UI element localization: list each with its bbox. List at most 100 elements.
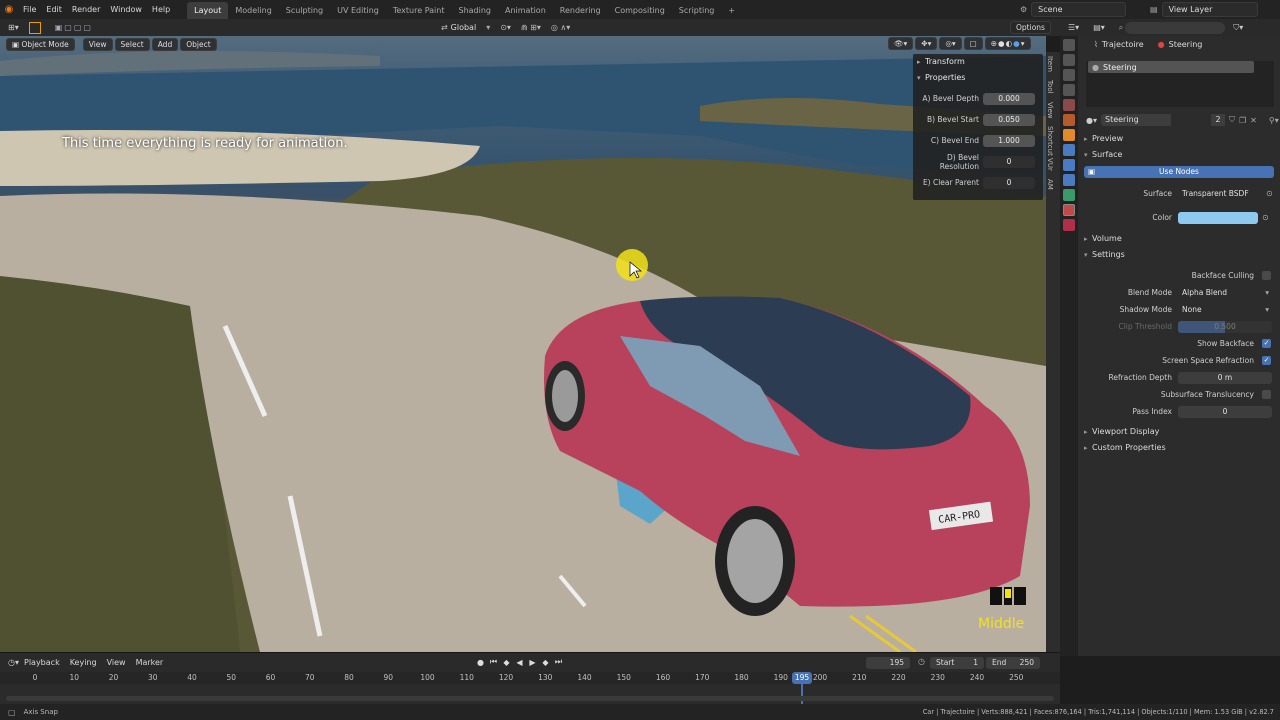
show-backface-checkbox[interactable]: ✓ [1262, 339, 1271, 348]
tab-uv-editing[interactable]: UV Editing [330, 2, 386, 19]
clip-threshold-field[interactable]: 0.500 [1178, 320, 1272, 333]
xray-icon[interactable]: ▢ [963, 37, 983, 50]
tab-sculpting[interactable]: Sculpting [279, 2, 330, 19]
play-reverse-icon[interactable]: ◀ [513, 658, 526, 667]
menu-marker[interactable]: Marker [131, 653, 169, 672]
tab-texture-paint[interactable]: Texture Paint [386, 2, 452, 19]
end-frame-field[interactable]: End 250 [986, 657, 1040, 669]
material-slot-list[interactable]: ● Steering [1086, 61, 1274, 107]
display-mode-icon[interactable]: ▤▾ [1093, 23, 1105, 32]
bevel-start-field[interactable]: 0.050 [983, 113, 1035, 126]
3d-viewport[interactable]: CAR-PRO This time everything is ready fo… [0, 36, 1046, 652]
view-layer-name[interactable]: View Layer [1161, 2, 1258, 17]
use-nodes-button[interactable]: ▣ Use Nodes [1084, 166, 1274, 178]
orientation-value[interactable]: Global [451, 23, 477, 32]
select-tool-icon[interactable] [28, 21, 41, 34]
next-keyframe-icon[interactable]: ◆ [539, 658, 552, 667]
tab-am[interactable]: AM [1046, 175, 1054, 194]
filter-icon[interactable]: ⛉▾ [1233, 23, 1243, 33]
tab-view[interactable]: View [1046, 98, 1054, 123]
world-tab-icon[interactable] [1063, 114, 1075, 126]
menu-render[interactable]: Render [67, 0, 105, 19]
shadow-mode-dropdown[interactable]: None [1178, 304, 1272, 316]
refraction-depth-field[interactable]: 0 m [1178, 371, 1272, 384]
search-input[interactable] [1125, 21, 1226, 34]
jump-end-icon[interactable]: ⏭ [552, 657, 565, 667]
menu-add[interactable]: Add [151, 37, 179, 51]
pass-index-field[interactable]: 0 [1178, 405, 1272, 418]
object-mode-dropdown[interactable]: ▣ Object Mode [6, 37, 75, 51]
settings-section[interactable]: Settings [1078, 247, 1280, 263]
jump-start-icon[interactable]: ⏮ [487, 657, 500, 667]
editor-type-icon[interactable]: ☰▾ [1068, 23, 1079, 32]
proportional-icon[interactable]: ◎ ∧▾ [551, 23, 570, 32]
menu-select[interactable]: Select [114, 37, 150, 51]
object-tab-icon[interactable] [1063, 129, 1075, 141]
record-icon[interactable]: ● [474, 658, 487, 667]
surface-section[interactable]: Surface [1078, 147, 1280, 163]
tab-animation[interactable]: Animation [498, 2, 553, 19]
backface-culling-checkbox[interactable] [1262, 271, 1271, 280]
tab-compositing[interactable]: Compositing [608, 2, 672, 19]
transform-orientation[interactable]: ⇄ Global ▾ [441, 23, 490, 32]
material-name-field[interactable]: Steering [1101, 114, 1171, 126]
tab-shortcut-vur[interactable]: Shortcut VUr [1046, 122, 1054, 175]
menu-keying[interactable]: Keying [65, 653, 102, 672]
unlink-icon[interactable]: ✕ [1250, 116, 1257, 125]
scene-selector[interactable]: ⚙ Scene [1020, 2, 1127, 17]
material-slot-item[interactable]: ● Steering [1088, 61, 1254, 73]
tool-tab-icon[interactable] [1063, 39, 1075, 51]
screen-space-refraction-checkbox[interactable]: ✓ [1262, 356, 1271, 365]
material-tab-icon[interactable] [1063, 204, 1075, 216]
menu-view[interactable]: View [82, 37, 113, 51]
visibility-icon[interactable]: 👁▾ [888, 37, 914, 50]
bevel-resolution-field[interactable]: 0 [983, 155, 1035, 168]
add-workspace-button[interactable]: + [721, 2, 742, 19]
snap-icon[interactable]: ⋒ ⊞▾ [521, 23, 541, 32]
viewport-display-section[interactable]: Viewport Display [1078, 424, 1280, 440]
menu-file[interactable]: File [18, 0, 41, 19]
physics-tab-icon[interactable] [1063, 174, 1075, 186]
tab-shading[interactable]: Shading [451, 2, 498, 19]
menu-help[interactable]: Help [147, 0, 175, 19]
texture-tab-icon[interactable] [1063, 219, 1075, 231]
constraints-tab-icon[interactable] [1063, 189, 1075, 201]
node-link-icon[interactable]: ⚲▾ [1269, 116, 1279, 125]
view-layer-selector[interactable]: ▤ View Layer [1150, 2, 1258, 17]
editor-type-icon[interactable]: ⊞▾ [8, 23, 19, 32]
custom-properties-section[interactable]: Custom Properties [1078, 440, 1280, 456]
overlay-icon[interactable]: ◎▾ [939, 37, 962, 50]
tab-layout[interactable]: Layout [187, 1, 229, 19]
editor-type-icon[interactable]: ◷▾ [8, 658, 19, 667]
menu-edit[interactable]: Edit [41, 0, 67, 19]
menu-timeline-view[interactable]: View [102, 653, 131, 672]
view-layer-tab-icon[interactable] [1063, 84, 1075, 96]
gizmo-icon[interactable]: ✥▾ [915, 37, 938, 50]
play-icon[interactable]: ▶ [526, 658, 539, 667]
shading-modes-icon[interactable]: ⊕●◐●▾ [984, 37, 1032, 50]
color-swatch[interactable] [1178, 211, 1258, 224]
blend-mode-dropdown[interactable]: Alpha Blend [1178, 287, 1272, 299]
options-dropdown[interactable]: Options [1010, 21, 1051, 34]
menu-object[interactable]: Object [180, 37, 217, 51]
properties-section-header[interactable]: Properties [913, 70, 1043, 86]
particles-tab-icon[interactable] [1063, 159, 1075, 171]
volume-section[interactable]: Volume [1078, 231, 1280, 247]
pivot-icon[interactable]: ⊙▾ [500, 23, 511, 32]
menu-window[interactable]: Window [105, 0, 147, 19]
modifier-tab-icon[interactable] [1063, 144, 1075, 156]
surface-shader-field[interactable]: Transparent BSDF [1178, 188, 1272, 200]
preview-section[interactable]: Preview [1078, 131, 1280, 147]
playhead[interactable]: 195 [792, 672, 812, 684]
tab-tool[interactable]: Tool [1046, 76, 1054, 98]
render-tab-icon[interactable] [1063, 54, 1075, 66]
scene-name[interactable]: Scene [1031, 2, 1127, 17]
current-frame-field[interactable]: 195 [866, 657, 910, 669]
tab-scripting[interactable]: Scripting [672, 2, 722, 19]
duplicate-icon[interactable]: ❐ [1239, 116, 1246, 125]
prev-keyframe-icon[interactable]: ◆ [500, 658, 513, 667]
tab-modeling[interactable]: Modeling [228, 2, 278, 19]
start-frame-field[interactable]: Start 1 [930, 657, 984, 669]
menu-playback[interactable]: Playback [19, 653, 65, 672]
timeline-scrollbar[interactable] [6, 696, 1054, 701]
